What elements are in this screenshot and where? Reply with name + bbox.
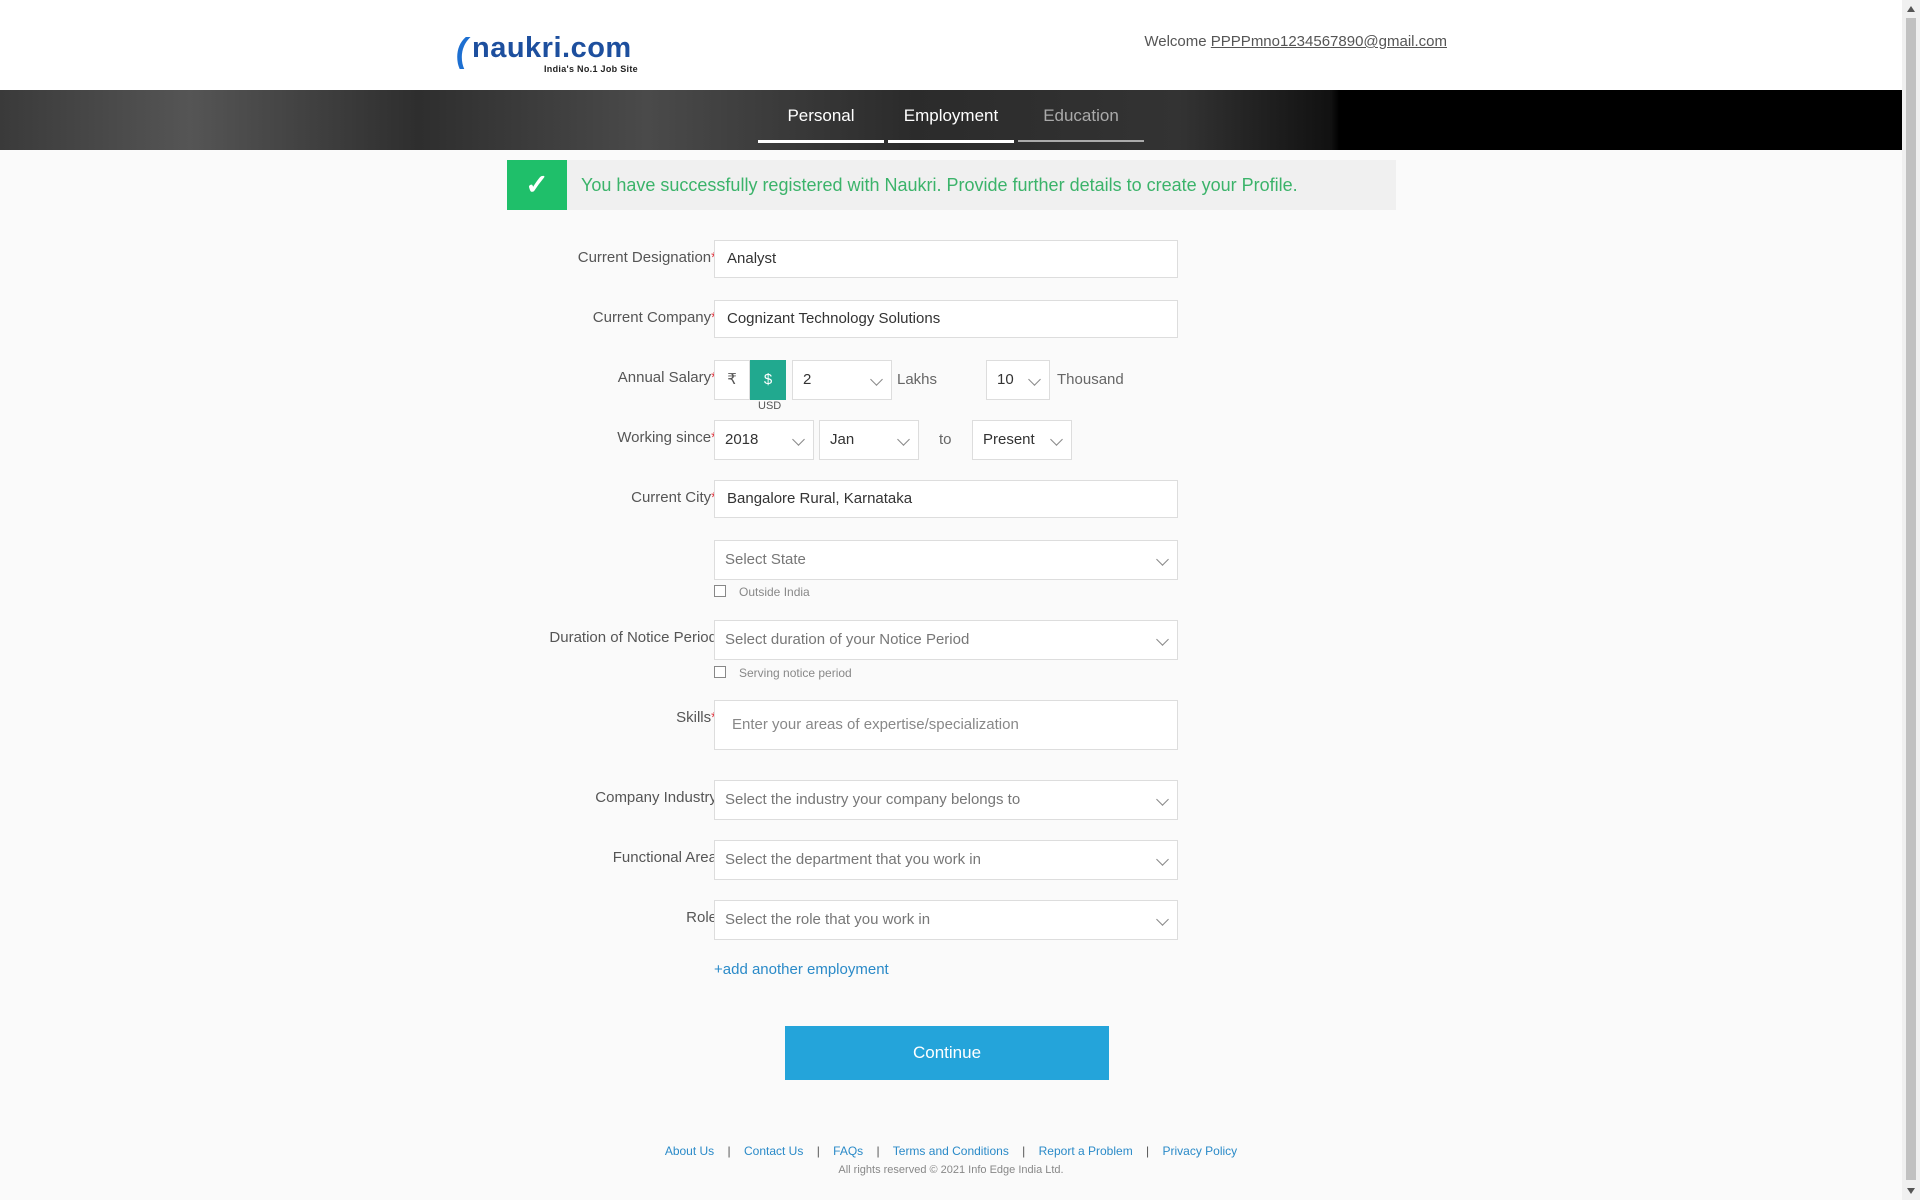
user-email-link[interactable]: PPPPmno1234567890@gmail.com — [1211, 33, 1447, 50]
role-label: Role — [686, 909, 717, 926]
footer-separator: | — [1022, 1144, 1026, 1158]
currency-caption: USD — [758, 400, 782, 412]
chevron-down-icon — [1028, 373, 1041, 386]
welcome-message: Welcome PPPPmno1234567890@gmail.com — [1144, 33, 1447, 50]
notice-period-select[interactable]: Select duration of your Notice Period — [714, 620, 1178, 660]
logo-mark: ( — [456, 32, 468, 70]
chevron-down-icon — [897, 433, 910, 446]
currency-usd-button[interactable]: $ — [750, 360, 786, 400]
designation-input[interactable]: Analyst — [714, 240, 1178, 278]
designation-label: Current Designation* — [577, 249, 717, 266]
chevron-down-icon — [1156, 633, 1169, 646]
role-placeholder: Select the role that you work in — [725, 911, 931, 928]
footer-link-privacy[interactable]: Privacy Policy — [1163, 1144, 1238, 1158]
continue-button[interactable]: Continue — [785, 1026, 1109, 1080]
serving-notice-checkbox[interactable] — [714, 666, 726, 678]
salary-thousand-value: 10 — [997, 371, 1014, 388]
currency-inr-button[interactable]: ₹ — [714, 360, 750, 400]
functional-area-select[interactable]: Select the department that you work in — [714, 840, 1178, 880]
tab-education[interactable]: Education — [1018, 90, 1144, 142]
footer-separator: | — [876, 1144, 880, 1158]
functional-area-label: Functional Area — [612, 849, 717, 866]
chevron-down-icon — [792, 433, 805, 446]
state-placeholder: Select State — [725, 551, 806, 568]
functional-area-placeholder: Select the department that you work in — [725, 851, 981, 868]
notice-placeholder: Select duration of your Notice Period — [725, 631, 970, 648]
footer-link-contact[interactable]: Contact Us — [744, 1144, 803, 1158]
page-scrollbar[interactable] — [1902, 0, 1920, 1200]
role-select[interactable]: Select the role that you work in — [714, 900, 1178, 940]
company-input[interactable]: Cognizant Technology Solutions — [714, 300, 1178, 338]
salary-lakhs-select[interactable]: 2 — [792, 360, 892, 400]
chevron-down-icon — [870, 373, 883, 386]
success-message: You have successfully registered with Na… — [581, 174, 1298, 195]
city-label: Current City* — [631, 489, 717, 506]
state-select[interactable]: Select State — [714, 540, 1178, 580]
chevron-down-icon — [1050, 433, 1063, 446]
logo-tagline: India's No.1 Job Site — [544, 64, 638, 74]
tab-employment[interactable]: Employment — [888, 90, 1014, 143]
footer-link-about[interactable]: About Us — [665, 1144, 714, 1158]
footer-link-faqs[interactable]: FAQs — [833, 1144, 863, 1158]
chevron-down-icon — [1156, 853, 1169, 866]
tab-personal[interactable]: Personal — [758, 90, 884, 143]
industry-select[interactable]: Select the industry your company belongs… — [714, 780, 1178, 820]
outside-india-label: Outside India — [739, 585, 810, 599]
outside-india-checkbox[interactable] — [714, 585, 726, 597]
add-employment-link[interactable]: +add another employment — [714, 961, 889, 978]
success-alert: ✓ You have successfully registered with … — [507, 160, 1396, 210]
working-year-value: 2018 — [725, 431, 759, 448]
salary-label: Annual Salary* — [617, 369, 717, 386]
top-header: ( naukri.com India's No.1 Job Site Welco… — [0, 0, 1902, 90]
working-until-value: Present — [983, 431, 1035, 448]
scrollbar-thumb[interactable] — [1906, 18, 1916, 1180]
footer-separator: | — [1146, 1144, 1150, 1158]
salary-lakhs-value: 2 — [803, 371, 812, 388]
chevron-down-icon — [1156, 553, 1169, 566]
footer-links: About Us | Contact Us | FAQs | Terms and… — [0, 1144, 1902, 1158]
to-label: to — [939, 431, 952, 448]
chevron-down-icon — [1156, 793, 1169, 806]
welcome-label: Welcome — [1144, 33, 1207, 50]
footer-link-report[interactable]: Report a Problem — [1039, 1144, 1133, 1158]
city-input[interactable]: Bangalore Rural, Karnataka — [714, 480, 1178, 518]
scroll-up-arrow-icon[interactable] — [1907, 6, 1915, 12]
notice-label: Duration of Notice Period — [549, 629, 717, 646]
lakhs-unit: Lakhs — [897, 371, 938, 388]
working-since-label: Working since* — [617, 429, 717, 446]
working-month-value: Jan — [830, 431, 855, 448]
serving-notice-label: Serving notice period — [739, 666, 852, 680]
scroll-down-arrow-icon[interactable] — [1907, 1188, 1915, 1194]
footer-separator: | — [816, 1144, 820, 1158]
working-since-year-select[interactable]: 2018 — [714, 420, 814, 460]
salary-thousand-select[interactable]: 10 — [986, 360, 1050, 400]
check-icon: ✓ — [507, 160, 567, 210]
footer-link-terms[interactable]: Terms and Conditions — [893, 1144, 1009, 1158]
chevron-down-icon — [1156, 913, 1169, 926]
naukri-logo[interactable]: ( naukri.com India's No.1 Job Site — [456, 30, 646, 74]
footer-separator: | — [727, 1144, 731, 1158]
company-label: Current Company* — [592, 309, 717, 326]
working-until-select[interactable]: Present — [972, 420, 1072, 460]
registration-steps: Personal Employment Education — [758, 90, 1144, 143]
industry-label: Company Industry — [595, 789, 717, 806]
working-since-month-select[interactable]: Jan — [819, 420, 919, 460]
thousand-unit: Thousand — [1057, 371, 1124, 388]
skills-input[interactable]: Enter your areas of expertise/specializa… — [714, 700, 1178, 750]
copyright-text: All rights reserved © 2021 Info Edge Ind… — [838, 1164, 1064, 1176]
skills-label: Skills* — [676, 709, 717, 726]
industry-placeholder: Select the industry your company belongs… — [725, 791, 1021, 808]
logo-text: naukri.com — [472, 32, 632, 64]
